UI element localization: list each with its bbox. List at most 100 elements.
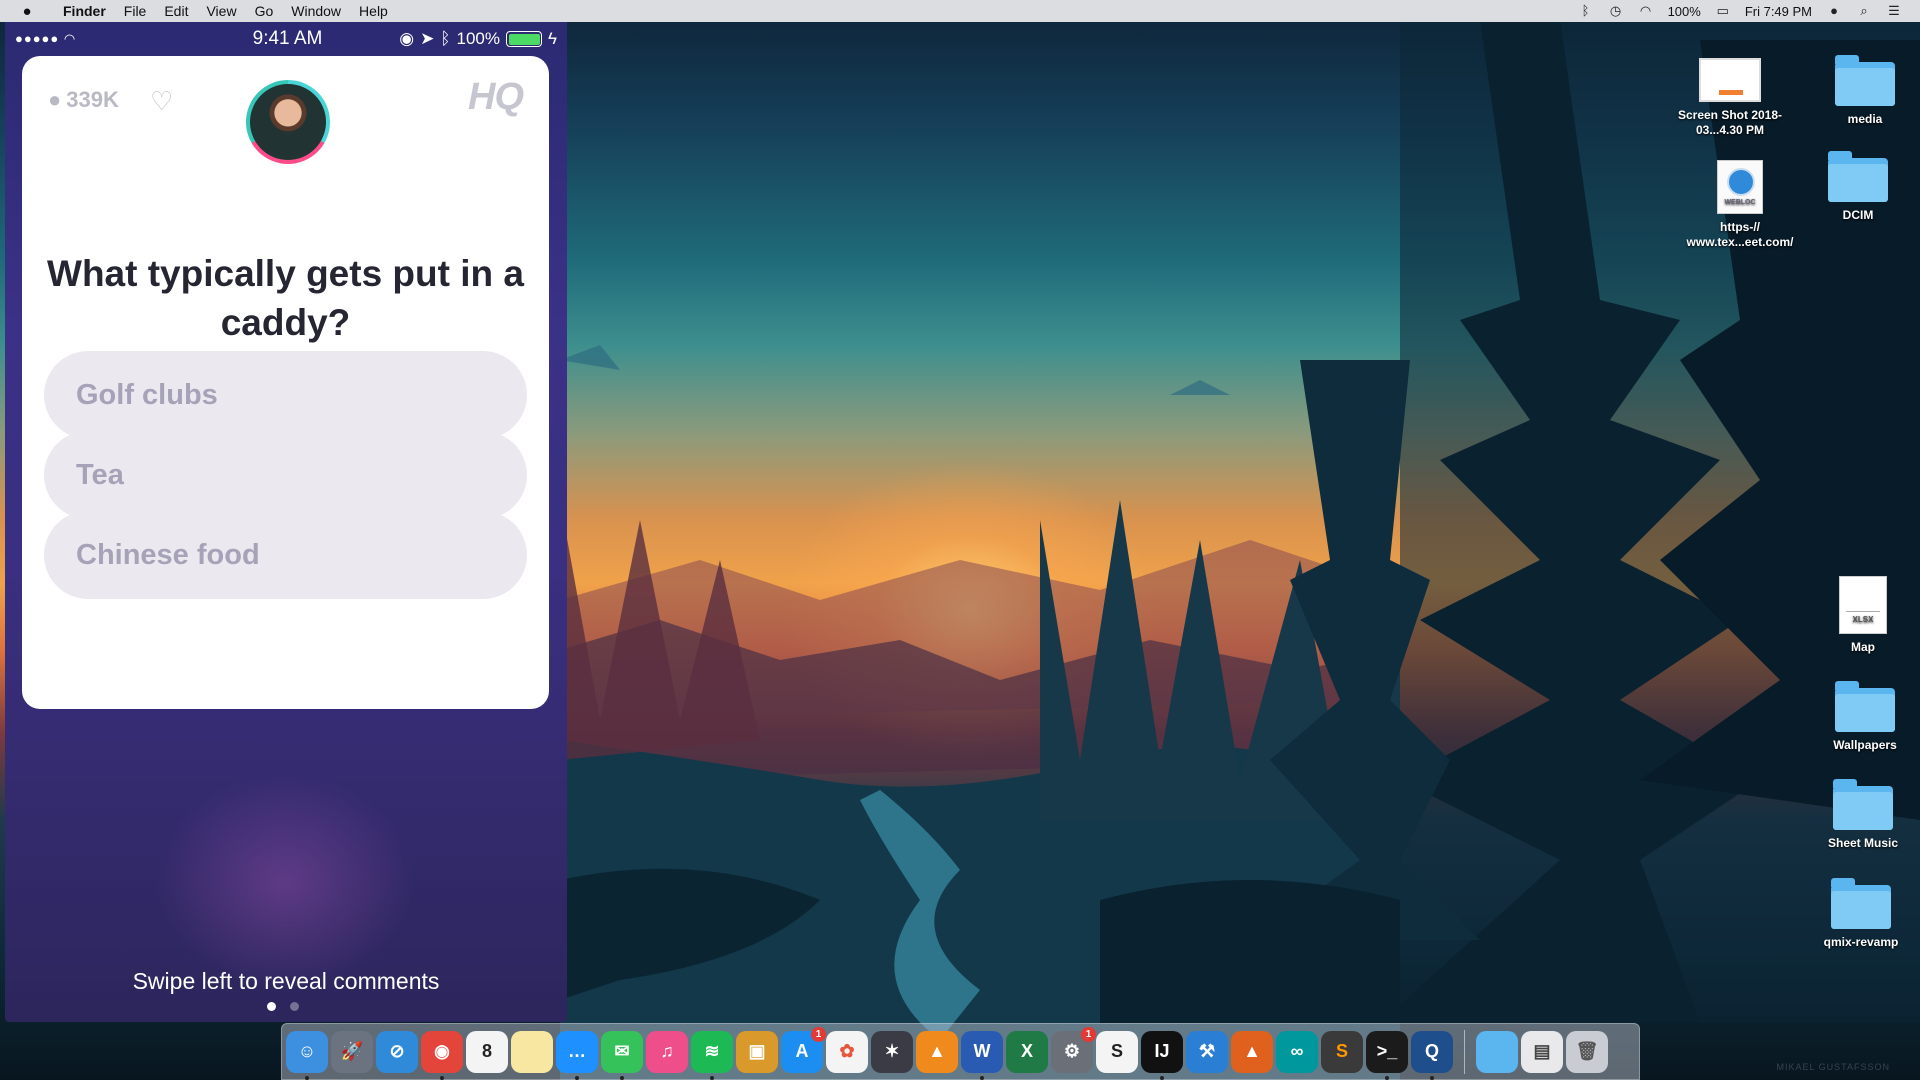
- desktop-xlsx-map[interactable]: XLSX Map: [1808, 576, 1918, 655]
- answer-option-2[interactable]: Tea: [44, 431, 527, 519]
- word-icon[interactable]: W: [961, 1030, 1003, 1080]
- desktop-icon-label: https-// www.tex...eet.com/: [1686, 220, 1794, 249]
- notification-badge: 1: [811, 1026, 826, 1042]
- bluetooth-icon[interactable]: ᛒ: [1578, 4, 1594, 18]
- excel-icon[interactable]: X: [1006, 1030, 1048, 1073]
- safari-icon[interactable]: ⊘: [376, 1030, 418, 1073]
- battery-icon[interactable]: ▭: [1715, 4, 1731, 18]
- folder-icon: [1828, 151, 1888, 202]
- scrivener-icon[interactable]: S: [1096, 1030, 1138, 1073]
- desktop-folder-wallpapers[interactable]: Wallpapers: [1810, 681, 1920, 753]
- menu-app-name[interactable]: Finder: [54, 3, 115, 19]
- phone-mirror-window: ●●●●● ◠ 9:41 AM ◉ ➤ ᛒ 100% ϟ ● 339K ♡ HQ…: [5, 22, 567, 1022]
- person-icon: ●: [48, 87, 62, 112]
- phone-status-bar: ●●●●● ◠ 9:41 AM ◉ ➤ ᛒ 100% ϟ: [5, 22, 567, 56]
- phone-battery: ◉ ➤ ᛒ 100% ϟ: [399, 29, 557, 49]
- answer-option-1[interactable]: Golf clubs: [44, 351, 527, 439]
- matlab-icon[interactable]: ▲: [1231, 1030, 1273, 1073]
- menu-go[interactable]: Go: [246, 3, 283, 19]
- answer-option-3[interactable]: Chinese food: [44, 511, 527, 599]
- arduino-icon[interactable]: ∞: [1276, 1030, 1318, 1073]
- desktop-screenshot-file[interactable]: Screen Shot 2018-03...4.30 PM: [1675, 58, 1785, 138]
- phone-bluetooth-icon: ᛒ: [440, 29, 451, 48]
- intellij-icon[interactable]: IJ: [1141, 1030, 1183, 1080]
- desktop-folder-dcim[interactable]: DCIM: [1803, 151, 1913, 223]
- menubar-clock[interactable]: Fri 7:49 PM: [1745, 4, 1812, 19]
- desktop-icon-label: qmix-revamp: [1823, 935, 1899, 949]
- photos-icon[interactable]: ✿: [826, 1030, 868, 1073]
- notification-badge: 1: [1081, 1026, 1096, 1042]
- apple-menu-icon[interactable]: ●: [0, 3, 54, 20]
- menu-bar: ● Finder File Edit View Go Window Help ᛒ…: [0, 0, 1920, 22]
- desktop-webloc-file[interactable]: WEBLOC https-// www.tex...eet.com/: [1675, 160, 1805, 250]
- desktop-icon-label: DCIM: [1842, 208, 1874, 222]
- calendar-icon[interactable]: 8: [466, 1030, 508, 1073]
- terminal-icon[interactable]: >_: [1366, 1030, 1408, 1080]
- xcode-icon[interactable]: ⚒: [1186, 1030, 1228, 1073]
- phone-battery-percent: 100%: [456, 29, 500, 48]
- running-indicator: [980, 1075, 984, 1080]
- menu-file[interactable]: File: [115, 3, 156, 19]
- launchpad-icon[interactable]: 🚀: [331, 1030, 373, 1073]
- page-dot-1: [267, 1002, 276, 1011]
- preview-icon[interactable]: ▣: [736, 1030, 778, 1073]
- wifi-icon[interactable]: ◠: [1638, 4, 1654, 18]
- running-indicator: [620, 1075, 624, 1080]
- messenger-icon[interactable]: …: [556, 1030, 598, 1080]
- spotify-icon[interactable]: ≋: [691, 1030, 733, 1080]
- running-indicator: [305, 1075, 309, 1080]
- menu-edit[interactable]: Edit: [155, 3, 197, 19]
- desktop-icon-label: Screen Shot 2018-03...4.30 PM: [1677, 108, 1783, 137]
- status-menus: ᛒ ◷ ◠ 100% ▭ Fri 7:49 PM ● ⌕ ☰: [1578, 4, 1920, 19]
- system-preferences-icon[interactable]: ⚙ 1: [1051, 1026, 1096, 1073]
- desktop-icon-label: Wallpapers: [1833, 738, 1897, 752]
- documents-stack-icon[interactable]: ▤: [1521, 1030, 1563, 1073]
- heart-icon[interactable]: ♡: [150, 86, 173, 117]
- background-glow: [155, 772, 415, 992]
- itunes-icon[interactable]: ♫: [646, 1030, 688, 1073]
- notification-center-icon[interactable]: ☰: [1886, 4, 1902, 18]
- menu-view[interactable]: View: [197, 3, 245, 19]
- running-indicator: [1385, 1075, 1389, 1080]
- app-store-icon[interactable]: A1: [781, 1026, 826, 1073]
- dock: ☺ 🚀 ⊘ ◉ 8… ✉ ♫ ≋ ▣ A 1 ✿ ✶ ▲ W X ⚙ 1 S IJ ⚒ ▲ ∞ S >_ Q ▤ 🗑: [281, 1023, 1640, 1080]
- spotlight-search-icon[interactable]: ⌕: [1856, 4, 1872, 18]
- page-indicator: [267, 1002, 299, 1011]
- screenshot-thumbnail-icon: [1699, 58, 1761, 102]
- messages-icon[interactable]: ✉: [601, 1030, 643, 1080]
- time-machine-icon[interactable]: ◷: [1608, 4, 1624, 18]
- folder-icon: [1833, 779, 1893, 830]
- battery-percent[interactable]: 100%: [1668, 4, 1701, 19]
- charging-icon: ϟ: [548, 29, 557, 48]
- menu-help[interactable]: Help: [350, 3, 397, 19]
- user-icon[interactable]: ●: [1826, 4, 1842, 18]
- running-indicator: [1160, 1075, 1164, 1080]
- finder-icon[interactable]: ☺: [286, 1030, 328, 1080]
- viewer-count-value: 339K: [66, 87, 119, 112]
- wallpaper-signature: MIKAEL GUSTAFSSON: [1776, 1062, 1890, 1072]
- phone-battery-icon: [506, 31, 542, 47]
- desktop-folder-media[interactable]: media: [1810, 55, 1920, 127]
- desktop-folder-sheet-music[interactable]: Sheet Music: [1808, 779, 1918, 851]
- running-indicator: [575, 1075, 579, 1080]
- running-indicator: [1430, 1075, 1434, 1080]
- page-dot-2: [290, 1002, 299, 1011]
- question-card: ● 339K ♡ HQ What typically gets put in a…: [22, 56, 549, 709]
- host-avatar: [246, 80, 330, 164]
- notes-icon[interactable]: [511, 1030, 553, 1073]
- quicktime-icon[interactable]: Q: [1411, 1030, 1453, 1080]
- trash-icon[interactable]: 🗑: [1566, 1030, 1608, 1073]
- question-text: What typically gets put in a caddy?: [47, 253, 524, 343]
- folder-icon: [1831, 878, 1891, 929]
- desktop-folder-qmix-revamp[interactable]: qmix-revamp: [1806, 878, 1916, 950]
- vlc-icon[interactable]: ▲: [916, 1030, 958, 1073]
- swipe-hint: Swipe left to reveal comments: [132, 968, 440, 994]
- desktop-icon-label: Map: [1851, 640, 1875, 654]
- chrome-icon[interactable]: ◉: [421, 1030, 463, 1080]
- sublime-text-icon[interactable]: S: [1321, 1030, 1363, 1073]
- downloads-folder-icon[interactable]: [1476, 1030, 1518, 1073]
- hq-logo: HQ: [468, 76, 524, 118]
- menu-window[interactable]: Window: [282, 3, 350, 19]
- running-indicator: [440, 1075, 444, 1080]
- final-cut-icon[interactable]: ✶: [871, 1030, 913, 1073]
